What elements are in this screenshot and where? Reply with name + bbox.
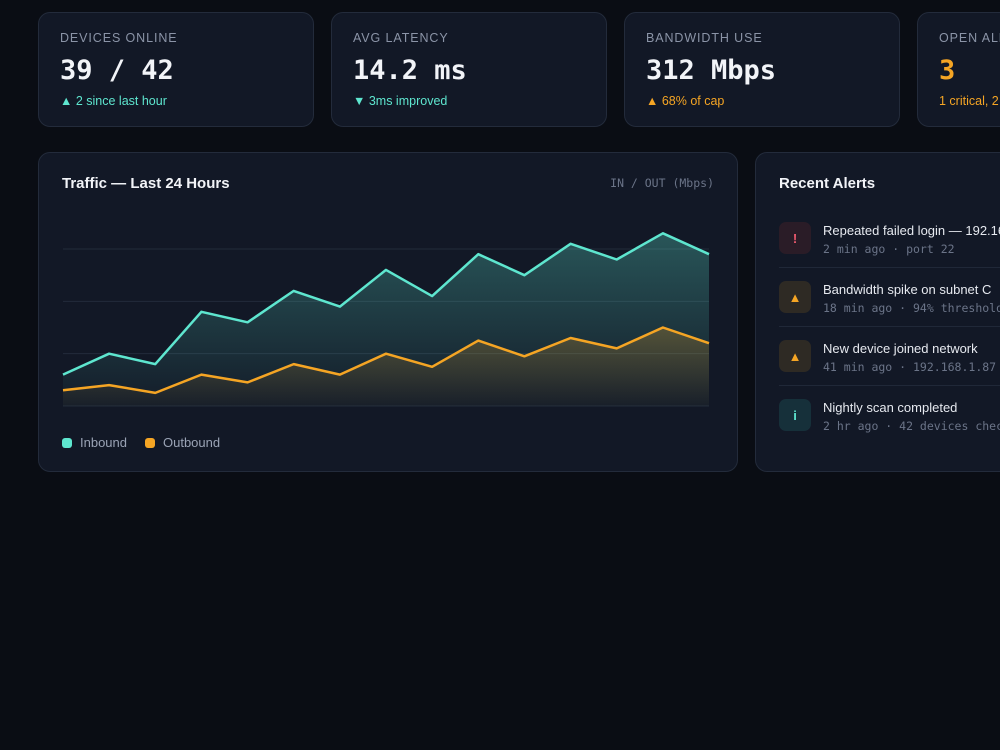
alert-meta: 2 hr ago · 42 devices checked <box>823 419 1000 433</box>
legend-item-outbound: Outbound <box>145 435 220 450</box>
alerts-title: Recent Alerts <box>779 175 876 192</box>
alert-title: Nightly scan completed <box>823 400 958 415</box>
stat-value: 3 <box>939 55 956 86</box>
exclamation-icon: ! <box>779 222 811 254</box>
stat-label: BANDWIDTH USE <box>646 31 763 45</box>
legend-swatch <box>62 437 72 448</box>
stat-card-devices-online: DEVICES ONLINE 39 / 42 ▲ 2 since last ho… <box>38 12 314 127</box>
alert-title: Repeated failed login — 192.168.1.44 <box>823 223 1000 238</box>
stat-value: 14.2 ms <box>353 55 467 86</box>
warning-triangle-icon: ▲ <box>779 281 811 313</box>
info-icon: i <box>779 399 811 431</box>
alert-meta: 41 min ago · 192.168.1.87 <box>823 360 997 374</box>
chart-legend: Inbound Outbound <box>62 435 220 450</box>
chart-title: Traffic — Last 24 Hours <box>62 175 230 192</box>
stat-delta: ▲ 68% of cap <box>646 94 725 108</box>
stat-value: 312 Mbps <box>646 55 777 86</box>
alert-item[interactable]: i Nightly scan completed 2 hr ago · 42 d… <box>779 386 1000 445</box>
recent-alerts-card: Recent Alerts ! Repeated failed login — … <box>755 152 1000 472</box>
legend-label: Inbound <box>80 435 127 450</box>
traffic-chart-card: Traffic — Last 24 Hours IN / OUT (Mbps) … <box>38 152 738 472</box>
chart-units: IN / OUT (Mbps) <box>610 176 714 190</box>
legend-swatch <box>145 437 155 448</box>
legend-label: Outbound <box>163 435 221 450</box>
traffic-chart <box>62 232 710 407</box>
stat-label: DEVICES ONLINE <box>60 31 178 45</box>
stat-delta: ▼ 3ms improved <box>353 94 448 108</box>
alert-title: Bandwidth spike on subnet C <box>823 282 992 297</box>
alert-list: ! Repeated failed login — 192.168.1.44 2… <box>779 209 1000 445</box>
alert-meta: 2 min ago · port 22 <box>823 242 955 256</box>
stat-card-bandwidth-use: BANDWIDTH USE 312 Mbps ▲ 68% of cap <box>624 12 900 127</box>
alert-item[interactable]: ▲ Bandwidth spike on subnet C 18 min ago… <box>779 268 1000 327</box>
stat-label: AVG LATENCY <box>353 31 449 45</box>
dashboard: DEVICES ONLINE 39 / 42 ▲ 2 since last ho… <box>0 0 1000 750</box>
stat-card-open-alerts: OPEN ALERTS 3 1 critical, 2 warnings <box>917 12 1000 127</box>
stat-value: 39 / 42 <box>60 55 174 86</box>
alert-item[interactable]: ! Repeated failed login — 192.168.1.44 2… <box>779 209 1000 268</box>
legend-item-inbound: Inbound <box>62 435 127 450</box>
alert-item[interactable]: ▲ New device joined network 41 min ago ·… <box>779 327 1000 386</box>
stat-label: OPEN ALERTS <box>939 31 1000 45</box>
alert-meta: 18 min ago · 94% threshold <box>823 301 1000 315</box>
alert-title: New device joined network <box>823 341 978 356</box>
stat-delta: 1 critical, 2 warnings <box>939 94 1000 108</box>
stat-card-avg-latency: AVG LATENCY 14.2 ms ▼ 3ms improved <box>331 12 607 127</box>
stat-delta: ▲ 2 since last hour <box>60 94 167 108</box>
warning-triangle-icon: ▲ <box>779 340 811 372</box>
